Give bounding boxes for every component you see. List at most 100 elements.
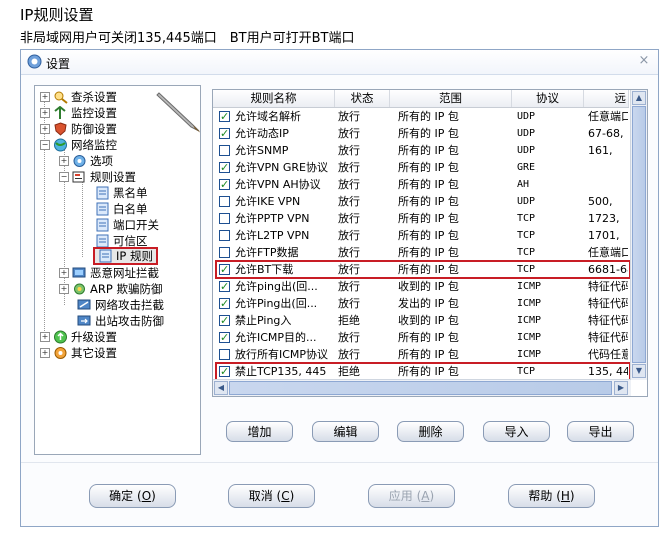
rule-enabled-checkbox[interactable] [219,213,230,224]
rule-enabled-checkbox[interactable] [219,230,230,241]
table-row[interactable]: 允许ICMP目的... 放行 所有的 IP 包 ICMP 特征代码 [213,329,629,346]
expand-icon[interactable]: + [40,124,50,134]
table-row[interactable]: 禁止TCP135, 445 拒绝 所有的 IP 包 TCP 135, 445 [213,362,631,381]
horizontal-scroll-thumb[interactable] [229,381,612,395]
add-button[interactable]: 增加 [226,421,293,442]
cancel-button[interactable]: 取消 (C) [228,484,315,508]
rule-enabled-checkbox[interactable] [219,363,230,380]
tree-item-ip-rules[interactable]: IP 规则 [93,247,158,265]
table-row[interactable]: 允许FTP数据 放行 所有的 IP 包 TCP 任意端口 [213,244,629,261]
rule-enabled-checkbox[interactable] [219,295,230,312]
expand-icon[interactable]: + [59,156,69,166]
tree-item-malicious-url[interactable]: + 恶意网址拦截 [59,265,159,281]
rule-enabled-checkbox[interactable] [219,176,230,193]
rule-enabled-checkbox[interactable] [219,329,230,346]
edit-button[interactable]: 编辑 [312,421,379,442]
delete-button[interactable]: 删除 [397,421,464,442]
tree-item-port-switch[interactable]: 端口开关 [95,217,159,233]
table-row[interactable]: 允许SNMP 放行 所有的 IP 包 UDP 161, [213,142,629,159]
expand-icon[interactable]: + [40,108,50,118]
collapse-icon[interactable]: − [59,172,69,182]
table-row[interactable]: 允许ping出(回... 放行 收到的 IP 包 ICMP 特征代码 [213,278,629,295]
rule-status-cell: 拒绝 [338,314,360,327]
tree-item-label: 规则设置 [90,170,136,184]
help-button[interactable]: 帮助 (H) [508,484,595,508]
expand-icon[interactable]: + [40,92,50,102]
column-header-status[interactable]: 状态 [335,90,390,107]
tree-item-label: 监控设置 [71,106,117,120]
rule-name-cell: 允许ping出(回... [235,280,318,293]
table-row[interactable]: 允许PPTP VPN 放行 所有的 IP 包 TCP 1723, [213,210,629,227]
rule-name-cell: 允许SNMP [235,144,289,157]
rule-name-cell: 允许PPTP VPN [235,212,310,225]
ok-button[interactable]: 确定 (O) [89,484,176,508]
apply-button[interactable]: 应用 (A) [368,484,455,508]
column-header-remote[interactable]: 远 [584,90,629,107]
table-row[interactable]: 允许Ping出(回... 放行 发出的 IP 包 ICMP 特征代码 [213,295,629,312]
rule-name-cell: 允许动态IP [235,127,289,140]
export-button[interactable]: 导出 [567,421,634,442]
table-row[interactable]: 允许IKE VPN 放行 所有的 IP 包 UDP 500, [213,193,629,210]
rule-enabled-checkbox[interactable] [219,312,230,329]
rule-enabled-checkbox[interactable] [219,247,230,258]
tree-item-attack-block[interactable]: 网络攻击拦截 [77,297,164,313]
tree-item-label: 查杀设置 [71,90,117,104]
expand-icon[interactable]: + [59,284,69,294]
scroll-up-icon[interactable]: ▲ [632,91,646,105]
table-row[interactable]: 允许VPN AH协议 放行 所有的 IP 包 AH [213,176,629,193]
settings-dialog: 设置 × + 查杀设置 + 监控设置 + 防御设置 − 网络监控 + 选项 − … [20,49,659,527]
table-row[interactable]: 放行所有ICMP协议 放行 所有的 IP 包 ICMP 代码任意 [213,346,629,363]
column-header-rule-name[interactable]: 规则名称 [213,90,335,107]
blocked-site-icon [72,267,86,278]
rule-enabled-checkbox[interactable] [219,261,230,278]
table-row[interactable]: 允许域名解析 放行 所有的 IP 包 UDP 任意端口 [213,108,629,125]
expand-icon[interactable]: + [40,332,50,342]
rule-enabled-checkbox[interactable] [219,125,230,142]
rule-enabled-checkbox[interactable] [219,159,230,176]
tree-item-network[interactable]: − 网络监控 [40,137,117,153]
scroll-down-icon[interactable]: ▼ [632,364,646,378]
table-row[interactable]: 禁止Ping入 拒绝 收到的 IP 包 ICMP 特征代码 [213,312,629,329]
table-row[interactable]: 允许L2TP VPN 放行 所有的 IP 包 TCP 1701, [213,227,629,244]
tree-item-blacklist[interactable]: 黑名单 [95,185,148,201]
rule-enabled-checkbox[interactable] [219,349,230,360]
expand-icon[interactable]: + [40,348,50,358]
collapse-icon[interactable]: − [40,140,50,150]
tree-item-defense[interactable]: + 防御设置 [40,121,117,137]
rule-protocol-cell: TCP [517,366,536,377]
settings-tree: + 查杀设置 + 监控设置 + 防御设置 − 网络监控 + 选项 − 规则设置 [34,85,201,455]
scroll-left-icon[interactable]: ◀ [214,381,228,395]
tree-item-whitelist[interactable]: 白名单 [95,201,148,217]
scroll-right-icon[interactable]: ▶ [614,381,628,395]
tree-item-scan[interactable]: + 查杀设置 [40,89,117,105]
vertical-scroll-thumb[interactable] [632,106,646,363]
rule-enabled-checkbox[interactable] [219,108,230,125]
tree-item-outbound-defense[interactable]: 出站攻击防御 [77,313,164,329]
tree-item-arp[interactable]: + ARP 欺骗防御 [59,281,162,297]
rule-name-cell: 允许IKE VPN [235,195,301,208]
rule-scope-cell: 所有的 IP 包 [398,348,459,361]
tree-item-other[interactable]: + 其它设置 [40,345,117,361]
column-header-scope[interactable]: 范围 [390,90,512,107]
table-row[interactable]: 允许动态IP 放行 所有的 IP 包 UDP 67-68, [213,125,629,142]
upgrade-icon [54,330,67,344]
column-header-protocol[interactable]: 协议 [512,90,584,107]
tree-item-monitor[interactable]: + 监控设置 [40,105,117,121]
close-button[interactable]: × [636,53,652,69]
tree-item-upgrade[interactable]: + 升级设置 [40,329,117,345]
rule-enabled-checkbox[interactable] [219,145,230,156]
rule-enabled-checkbox[interactable] [219,196,230,207]
rule-status-cell: 放行 [338,229,360,242]
globe-icon [54,138,67,152]
horizontal-scrollbar[interactable]: ◀ ▶ [213,379,631,396]
rule-enabled-checkbox[interactable] [219,278,230,295]
rule-protocol-cell: AH [517,179,530,190]
table-row[interactable]: 允许VPN GRE协议放行 所有的 IP 包 GRE [213,159,629,176]
vertical-scrollbar[interactable]: ▲ ▼ [630,90,647,380]
tree-item-rules[interactable]: − 规则设置 [59,169,136,185]
table-row[interactable]: 允许BT下载 放行 所有的 IP 包 TCP 6681-68 [213,260,631,279]
tree-item-options[interactable]: + 选项 [59,153,113,169]
expand-icon[interactable]: + [59,268,69,278]
import-button[interactable]: 导入 [483,421,550,442]
tree-item-label: 黑名单 [113,186,148,200]
